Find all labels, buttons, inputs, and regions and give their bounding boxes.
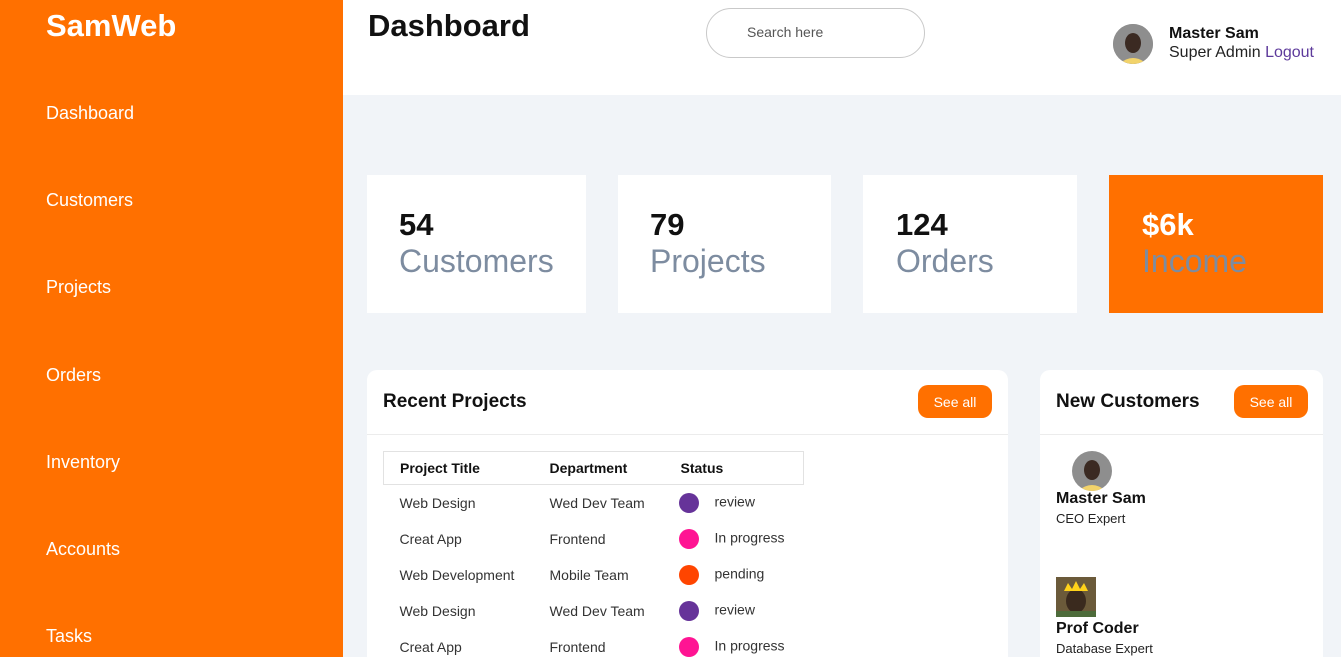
sidebar-item-projects[interactable]: Projects — [46, 277, 111, 298]
column-header-project-title: Project Title — [400, 460, 480, 476]
search-input[interactable] — [747, 24, 907, 40]
status-dot — [678, 600, 699, 621]
user-role: Super Admin — [1169, 44, 1261, 61]
user-avatar[interactable] — [1113, 24, 1153, 64]
table-row[interactable]: Creat App Frontend In progress — [384, 629, 804, 657]
customer-name: Prof Coder — [1056, 620, 1139, 637]
department-cell: Wed Dev Team — [549, 494, 645, 511]
table-row[interactable]: Web Development Mobile Team pending — [384, 557, 804, 593]
stat-value: 124 — [896, 207, 948, 242]
stat-label: Orders — [896, 243, 994, 279]
customer-avatar — [1056, 577, 1096, 617]
projects-table: Project Title Department Status Web Desi… — [383, 451, 804, 657]
status-text: In progress — [714, 529, 785, 546]
stat-card-orders[interactable]: 124 Orders — [863, 175, 1077, 313]
stat-card-customers[interactable]: 54 Customers — [367, 175, 586, 313]
customer-role: Database Expert — [1056, 641, 1153, 656]
department-cell: Mobile Team — [549, 566, 629, 583]
department-cell: Frontend — [549, 530, 606, 547]
stat-value: 54 — [399, 207, 434, 242]
status-cell: In progress — [665, 521, 804, 557]
brand-logo[interactable]: SamWeb — [46, 8, 176, 44]
status-cell: review — [665, 593, 804, 629]
status-text: review — [714, 601, 755, 618]
user-role-line: Super Admin Logout — [1169, 44, 1314, 62]
sidebar-item-orders[interactable]: Orders — [46, 365, 101, 386]
stat-label: Income — [1142, 243, 1247, 279]
new-customers-see-all-button[interactable]: See all — [1234, 385, 1308, 418]
new-customers-title: New Customers — [1056, 391, 1200, 412]
stat-card-income[interactable]: $6k Income — [1109, 175, 1323, 313]
stat-label: Customers — [399, 243, 554, 279]
stat-value: $6k — [1142, 207, 1194, 242]
status-dot — [678, 636, 699, 657]
status-cell: pending — [665, 557, 804, 593]
column-header-department: Department — [549, 460, 628, 476]
divider — [1040, 434, 1323, 435]
project-title-cell: Creat App — [399, 638, 462, 655]
status-cell: In progress — [665, 629, 804, 657]
sidebar-item-accounts[interactable]: Accounts — [46, 539, 120, 560]
status-cell: review — [665, 485, 804, 521]
customer-avatar — [1072, 451, 1112, 491]
status-text: pending — [714, 565, 765, 582]
status-dot — [678, 528, 699, 549]
table-row[interactable]: Web Design Wed Dev Team review — [384, 485, 804, 521]
recent-projects-title: Recent Projects — [383, 391, 527, 412]
table-row[interactable]: Creat App Frontend In progress — [384, 521, 804, 557]
sidebar: SamWeb Dashboard Customers Projects Orde… — [0, 0, 343, 657]
page-title: Dashboard — [368, 8, 530, 43]
project-title-cell: Web Development — [399, 566, 515, 583]
project-title-cell: Web Design — [399, 602, 476, 619]
stat-value: 79 — [650, 207, 685, 242]
project-title-cell: Web Design — [399, 494, 476, 511]
sidebar-item-inventory[interactable]: Inventory — [46, 452, 120, 473]
customer-role: CEO Expert — [1056, 511, 1126, 526]
table-row[interactable]: Web Design Wed Dev Team review — [384, 593, 804, 629]
department-cell: Wed Dev Team — [549, 602, 645, 619]
top-bar: Dashboard Master Sam Super Admin Logout — [343, 0, 1341, 95]
sidebar-item-tasks[interactable]: Tasks — [46, 626, 92, 647]
stat-card-projects[interactable]: 79 Projects — [618, 175, 831, 313]
status-text: In progress — [714, 637, 785, 654]
status-text: review — [714, 493, 755, 510]
logout-link[interactable]: Logout — [1265, 44, 1314, 61]
project-title-cell: Creat App — [399, 530, 462, 547]
status-dot — [678, 492, 699, 513]
sidebar-item-customers[interactable]: Customers — [46, 190, 133, 211]
divider — [367, 434, 1008, 435]
user-name: Master Sam — [1169, 25, 1259, 42]
new-customers-panel: New Customers See all Master Sam CEO Exp… — [1040, 370, 1323, 657]
recent-projects-see-all-button[interactable]: See all — [918, 385, 992, 418]
department-cell: Frontend — [549, 638, 606, 655]
search-box[interactable] — [706, 8, 925, 58]
stat-label: Projects — [650, 243, 766, 279]
sidebar-item-dashboard[interactable]: Dashboard — [46, 103, 134, 124]
recent-projects-panel: Recent Projects See all Project Title De… — [367, 370, 1008, 657]
table-header-row: Project Title Department Status — [383, 451, 804, 485]
customer-name: Master Sam — [1056, 490, 1146, 507]
column-header-status: Status — [680, 460, 724, 476]
status-dot — [678, 564, 699, 585]
